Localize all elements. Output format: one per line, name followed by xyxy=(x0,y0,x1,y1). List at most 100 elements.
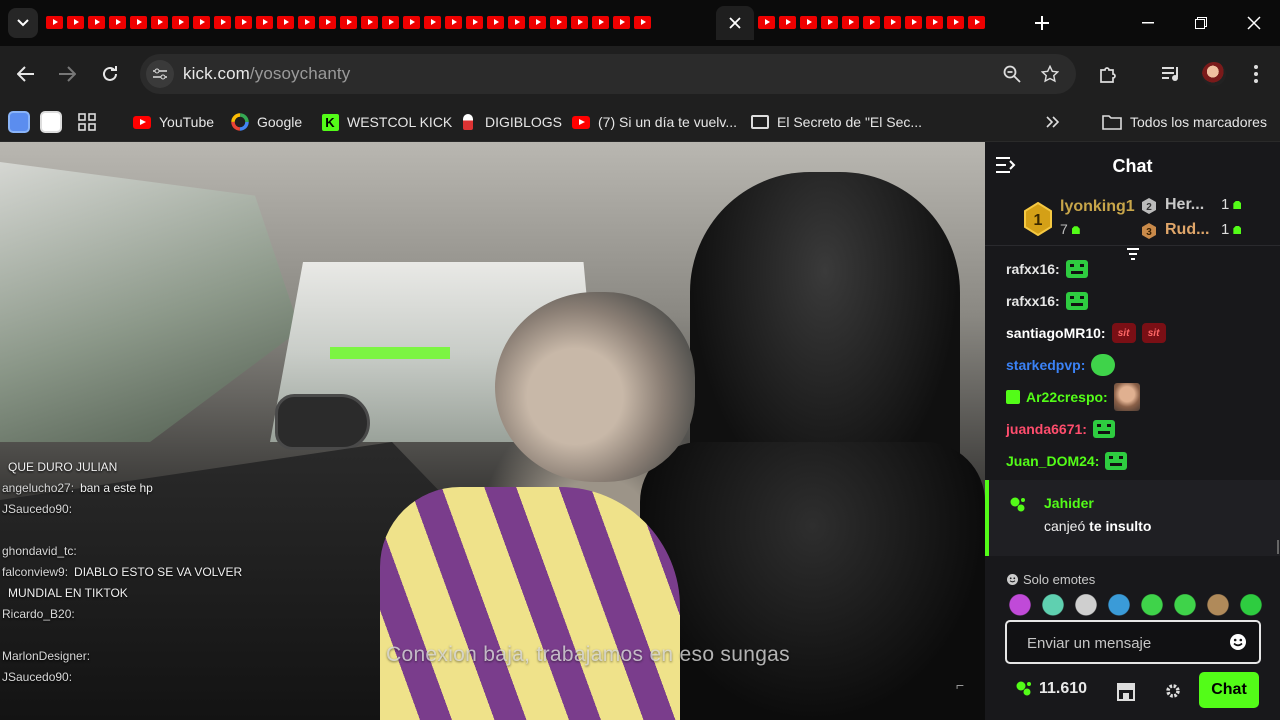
chat-username[interactable]: rafxx16: xyxy=(1006,293,1060,309)
browser-tab[interactable] xyxy=(842,16,859,29)
browser-tab[interactable] xyxy=(67,16,84,29)
browser-tab[interactable] xyxy=(298,16,315,29)
browser-tab[interactable] xyxy=(968,16,985,29)
browser-tab[interactable] xyxy=(193,16,210,29)
reward-user[interactable]: Jahider xyxy=(1044,495,1094,511)
filter-icon[interactable] xyxy=(1126,248,1140,260)
browser-tab[interactable] xyxy=(109,16,126,29)
quick-emote[interactable] xyxy=(1238,594,1264,618)
quick-emote[interactable] xyxy=(1007,594,1033,618)
browser-tab[interactable] xyxy=(151,16,168,29)
browser-tab[interactable] xyxy=(235,16,252,29)
all-bookmarks-button[interactable]: Todos los marcadores xyxy=(1102,108,1267,136)
quick-emote[interactable] xyxy=(1205,594,1231,618)
close-window-button[interactable] xyxy=(1227,0,1280,46)
browser-tab[interactable] xyxy=(926,16,943,29)
quick-emote[interactable] xyxy=(1139,594,1165,618)
quick-emote[interactable] xyxy=(1040,594,1066,618)
browser-tab[interactable] xyxy=(424,16,441,29)
browser-tab[interactable] xyxy=(529,16,546,29)
channel-points[interactable]: 11.610 xyxy=(1015,680,1087,698)
browser-tab[interactable] xyxy=(466,16,483,29)
gear-icon[interactable] xyxy=(1164,682,1182,700)
address-bar[interactable]: kick.com/yosoychanty xyxy=(140,54,1076,94)
leader-name[interactable]: lyonking1 xyxy=(1060,198,1135,216)
green-face-emote[interactable] xyxy=(1105,452,1128,470)
apps-button[interactable] xyxy=(78,108,96,136)
second-name[interactable]: Her... xyxy=(1165,196,1204,214)
browser-tab[interactable] xyxy=(88,16,105,29)
profile-avatar[interactable] xyxy=(1202,62,1226,86)
browser-tab[interactable] xyxy=(758,16,775,29)
green-face-emote[interactable] xyxy=(1065,292,1088,310)
browser-tab[interactable] xyxy=(550,16,567,29)
browser-tab[interactable] xyxy=(487,16,504,29)
store-icon[interactable] xyxy=(1115,680,1137,702)
third-name[interactable]: Rud... xyxy=(1165,221,1209,239)
browser-tab[interactable] xyxy=(571,16,588,29)
chat-username[interactable]: rafxx16: xyxy=(1006,261,1060,277)
browser-tab[interactable] xyxy=(821,16,838,29)
browser-menu-button[interactable] xyxy=(1242,60,1270,88)
media-control-button[interactable] xyxy=(1158,60,1186,88)
browser-tab[interactable] xyxy=(172,16,189,29)
chat-message-input[interactable] xyxy=(1027,632,1217,654)
tab-group-icon[interactable] xyxy=(40,108,62,136)
more-bookmarks-button[interactable] xyxy=(1046,108,1060,136)
fullscreen-icon[interactable]: ⌐ xyxy=(956,677,964,693)
browser-tab[interactable] xyxy=(130,16,147,29)
browser-tab[interactable] xyxy=(361,16,378,29)
bookmark-digiblogs[interactable]: DIGIBLOGS xyxy=(459,108,562,136)
browser-tab[interactable] xyxy=(46,16,63,29)
forward-button[interactable] xyxy=(51,58,83,90)
browser-tab[interactable] xyxy=(779,16,796,29)
new-tab-button[interactable] xyxy=(1030,11,1054,35)
emoji-picker-icon[interactable] xyxy=(1229,633,1247,651)
browser-tab[interactable] xyxy=(214,16,231,29)
browser-tab[interactable] xyxy=(508,16,525,29)
bookmark-google[interactable]: Google xyxy=(231,108,302,136)
browser-tab[interactable] xyxy=(319,16,336,29)
sit-emote[interactable]: sit xyxy=(1141,323,1166,343)
sit-emote[interactable]: sit xyxy=(1111,323,1136,343)
browser-tab[interactable] xyxy=(445,16,462,29)
browser-tab[interactable] xyxy=(277,16,294,29)
chat-username[interactable]: juanda6671: xyxy=(1006,421,1087,437)
browser-tab[interactable] xyxy=(256,16,273,29)
chat-username[interactable]: santiagoMR10: xyxy=(1006,325,1106,341)
url-text[interactable]: kick.com/yosoychanty xyxy=(183,64,350,84)
browser-tab[interactable] xyxy=(634,16,651,29)
chat-username[interactable]: Ar22crespo: xyxy=(1026,389,1108,405)
active-profile-icon[interactable] xyxy=(8,108,30,136)
green-face-emote[interactable] xyxy=(1092,420,1115,438)
send-chat-button[interactable]: Chat xyxy=(1199,672,1259,708)
tab-search-button[interactable] xyxy=(8,8,38,38)
browser-tab[interactable] xyxy=(800,16,817,29)
bookmark-youtube[interactable]: YouTube xyxy=(133,108,214,136)
browser-tab[interactable] xyxy=(613,16,630,29)
chat-scrollbar[interactable] xyxy=(1277,540,1279,554)
browser-tab[interactable] xyxy=(884,16,901,29)
reload-button[interactable] xyxy=(94,58,126,90)
close-tab-icon[interactable] xyxy=(729,17,741,29)
bookmark-youtube-video[interactable]: (7) Si un día te vuelv... xyxy=(572,108,737,136)
smile-emote[interactable] xyxy=(1091,354,1116,376)
chat-input-box[interactable] xyxy=(1005,620,1261,664)
face-emote[interactable] xyxy=(1113,383,1140,411)
bookmark-star-button[interactable] xyxy=(1038,62,1062,86)
browser-tab[interactable] xyxy=(905,16,922,29)
browser-tab[interactable] xyxy=(947,16,964,29)
active-tab[interactable] xyxy=(716,6,754,40)
quick-emote[interactable] xyxy=(1106,594,1132,618)
site-info-button[interactable] xyxy=(146,60,174,88)
back-button[interactable] xyxy=(10,58,42,90)
browser-tab[interactable] xyxy=(382,16,399,29)
green-face-emote[interactable] xyxy=(1065,260,1088,278)
zoom-button[interactable] xyxy=(1000,62,1024,86)
browser-tab[interactable] xyxy=(863,16,880,29)
quick-emote[interactable] xyxy=(1172,594,1198,618)
chat-username[interactable]: starkedpvp: xyxy=(1006,357,1085,373)
chat-username[interactable]: Juan_DOM24: xyxy=(1006,453,1099,469)
bookmark-el-secreto[interactable]: El Secreto de "El Sec... xyxy=(751,108,922,136)
browser-tab[interactable] xyxy=(340,16,357,29)
